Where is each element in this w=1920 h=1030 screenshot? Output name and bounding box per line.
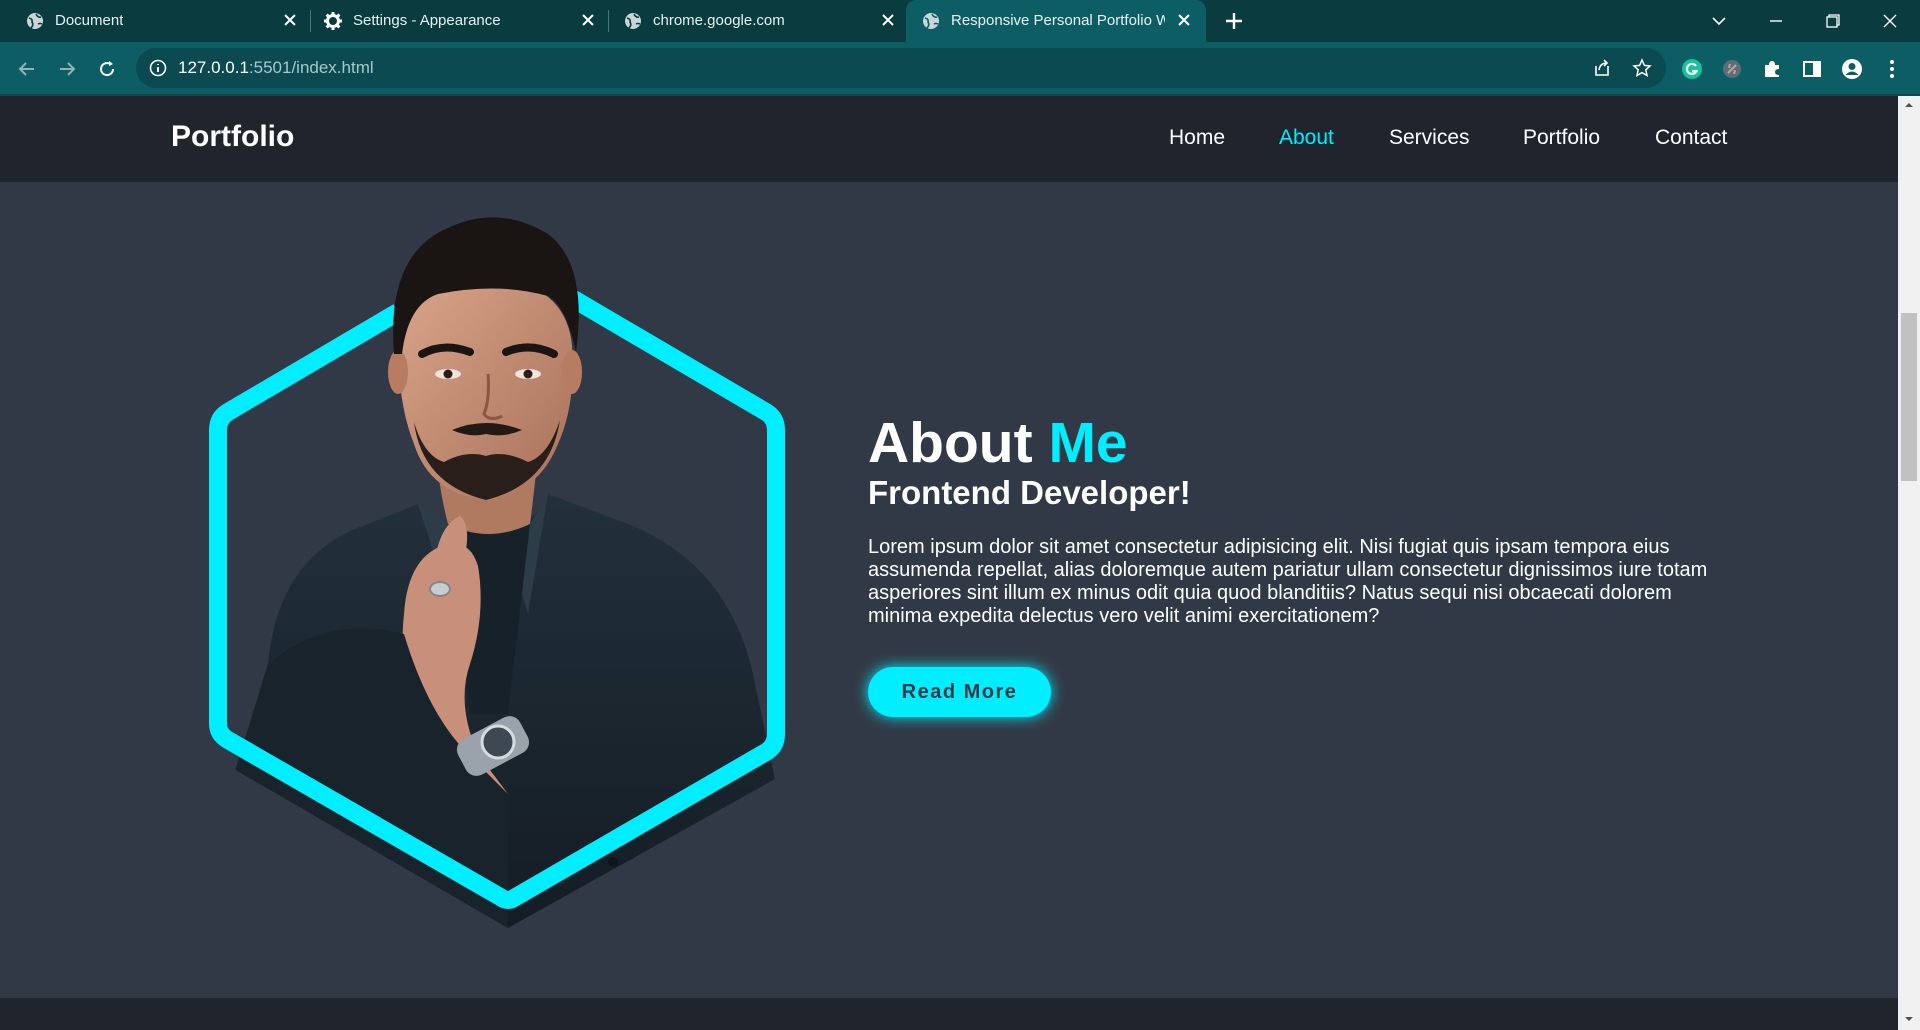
menu-kebab-icon[interactable] <box>1878 55 1906 83</box>
extension-icon[interactable] <box>1718 55 1746 83</box>
portrait-illustration <box>209 217 785 928</box>
close-window-icon[interactable] <box>1877 8 1903 34</box>
nav-portfolio[interactable]: Portfolio <box>1523 126 1600 150</box>
about-heading: About Me <box>868 410 1128 476</box>
close-tab-icon[interactable] <box>578 10 598 30</box>
grammarly-icon[interactable] <box>1678 55 1706 83</box>
close-tab-icon[interactable] <box>1174 10 1194 30</box>
puzzle-icon[interactable] <box>1758 55 1786 83</box>
tab-title: Settings - Appearance <box>353 12 501 29</box>
profile-icon[interactable] <box>1838 55 1866 83</box>
nav-contact[interactable]: Contact <box>1655 126 1727 150</box>
side-panel-icon[interactable] <box>1798 55 1826 83</box>
tab-search-icon[interactable] <box>1706 8 1732 34</box>
forward-icon[interactable] <box>53 55 81 83</box>
tab-portfolio-active[interactable]: Responsive Personal Portfolio W <box>906 0 1206 42</box>
bookmark-star-icon[interactable] <box>1628 54 1656 82</box>
reload-icon[interactable] <box>93 55 121 83</box>
new-tab-icon[interactable] <box>1222 9 1246 33</box>
page-scrollbar[interactable] <box>1898 96 1920 1030</box>
gear-icon <box>324 12 342 30</box>
back-icon[interactable] <box>13 55 41 83</box>
globe-icon <box>923 13 939 29</box>
minimize-icon[interactable] <box>1763 8 1789 34</box>
tab-chrome-google[interactable]: chrome.google.com <box>608 0 908 42</box>
about-heading-main: About <box>868 411 1049 475</box>
close-tab-icon[interactable] <box>878 10 898 30</box>
tab-strip: Document Settings - Appearance chrome.go… <box>0 0 1920 42</box>
about-subtitle: Frontend Developer! <box>868 474 1191 511</box>
share-icon[interactable] <box>1588 54 1616 82</box>
scrollbar-thumb[interactable] <box>1901 313 1917 481</box>
about-paragraph: Lorem ipsum dolor sit amet consectetur a… <box>868 536 1708 627</box>
read-more-button[interactable]: Read More <box>868 667 1051 717</box>
site-header: Portfolio Home About Services Portfolio … <box>0 96 1898 182</box>
restore-icon[interactable] <box>1820 8 1846 34</box>
close-tab-icon[interactable] <box>280 10 300 30</box>
site-logo[interactable]: Portfolio <box>171 120 294 154</box>
next-section-strip <box>0 998 1898 1030</box>
tab-settings[interactable]: Settings - Appearance <box>310 0 610 42</box>
scroll-down-icon[interactable] <box>1904 1014 1914 1024</box>
nav-services[interactable]: Services <box>1389 126 1470 150</box>
tab-title: chrome.google.com <box>653 12 785 29</box>
tab-title: Responsive Personal Portfolio W <box>951 12 1165 29</box>
scroll-up-icon[interactable] <box>1904 100 1914 110</box>
nav-about[interactable]: About <box>1279 126 1334 150</box>
about-heading-accent: Me <box>1048 411 1128 475</box>
address-bar[interactable]: 127.0.0.1:5501/index.html <box>136 48 1666 88</box>
browser-toolbar: 127.0.0.1:5501/index.html <box>0 42 1920 96</box>
url-path: :5501/index.html <box>248 58 374 77</box>
url-host: 127.0.0.1 <box>178 58 249 77</box>
globe-icon <box>625 13 641 29</box>
tab-title: Document <box>55 12 124 29</box>
site-info-icon[interactable] <box>148 58 168 78</box>
url-text: 127.0.0.1:5501/index.html <box>178 58 374 78</box>
nav-home[interactable]: Home <box>1169 126 1225 150</box>
globe-icon <box>27 13 43 29</box>
profile-image <box>208 194 808 934</box>
tab-document[interactable]: Document <box>0 0 300 42</box>
page-viewport: Portfolio Home About Services Portfolio … <box>0 96 1898 1030</box>
